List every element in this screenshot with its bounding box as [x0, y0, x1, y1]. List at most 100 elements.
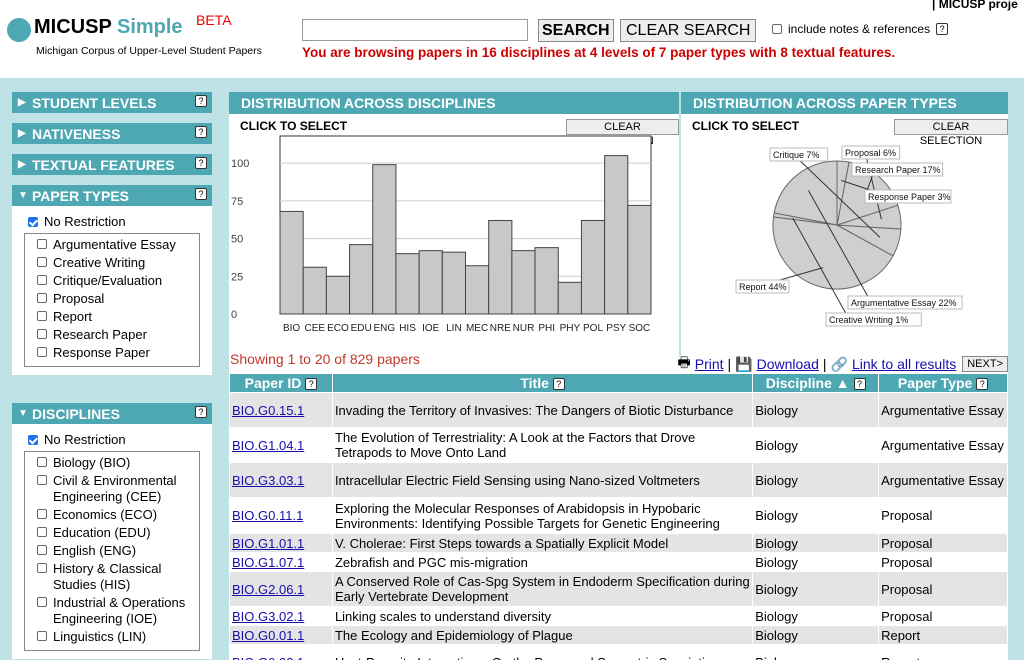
discipline-option[interactable]: English (ENG) [37, 542, 199, 560]
paper-id-link[interactable]: BIO.G1.01.1 [232, 536, 304, 551]
column-header-paper-id[interactable]: Paper ID ? [229, 373, 333, 393]
disciplines-no-restriction[interactable]: No Restriction [12, 428, 212, 451]
app-title[interactable]: MICUSP Simple [34, 16, 183, 39]
table-row[interactable]: BIO.G0.15.1 Invading the Territory of Inv… [229, 392, 1008, 428]
search-input[interactable] [302, 19, 528, 41]
download-icon[interactable]: 💾 [735, 356, 752, 373]
checkbox[interactable] [37, 597, 47, 607]
checkbox[interactable] [37, 275, 47, 285]
paper-types-pie-chart[interactable]: Argumentative Essay 22% Creative Writing … [681, 114, 1008, 357]
checkbox[interactable] [37, 475, 47, 485]
paper-type: Argumentative Essay [878, 392, 1008, 428]
table-row[interactable]: BIO.G3.03.1 Intracellular Electric Field … [229, 462, 1008, 498]
x-tick-label: PHY [560, 323, 581, 334]
paper-id-link[interactable]: BIO.G2.06.1 [232, 582, 304, 597]
checkbox[interactable] [37, 527, 47, 537]
column-header-paper-type[interactable]: Paper Type ? [878, 373, 1008, 393]
textual-features-header[interactable]: ▶ TEXTUAL FEATURES ? [12, 154, 212, 175]
table-row[interactable]: BIO.G0.02.1 Host-Parasite Interactions: O… [229, 644, 1008, 660]
nativeness-header[interactable]: ▶ NATIVENESS ? [12, 123, 212, 144]
paper-type-option[interactable]: Argumentative Essay [37, 236, 199, 254]
help-icon[interactable]: ? [195, 406, 207, 418]
checkbox[interactable] [37, 545, 47, 555]
help-icon[interactable]: ? [552, 378, 565, 391]
paper-id-link[interactable]: BIO.G0.15.1 [232, 403, 304, 418]
discipline-option[interactable]: Industrial & Operations Engineering (IOE… [37, 594, 199, 628]
checkbox[interactable] [37, 563, 47, 573]
disciplines-header[interactable]: ▼ DISCIPLINES ? [12, 403, 212, 424]
discipline-option[interactable]: Civil & Environmental Engineering (CEE) [37, 472, 199, 506]
link-all-results[interactable]: Link to all results [852, 356, 956, 372]
checkbox-checked[interactable] [28, 434, 38, 445]
checkbox[interactable] [37, 457, 47, 467]
help-icon[interactable]: ? [936, 23, 949, 35]
paper-type-option[interactable]: Critique/Evaluation [37, 272, 199, 290]
paper-id-link[interactable]: BIO.G3.03.1 [232, 473, 304, 488]
paper-id-link[interactable]: BIO.G0.01.1 [232, 628, 304, 643]
disciplines-bar-chart[interactable]: 0 25 50 75 100 BIO CEE ECO EDU ENG HIS IOE LIN MEC NRE… [229, 114, 679, 357]
paper-id-link[interactable]: BIO.G1.04.1 [232, 438, 304, 453]
include-notes-option[interactable]: include notes & references ? [772, 22, 949, 36]
checkbox[interactable] [37, 257, 47, 267]
clear-search-button[interactable]: CLEAR SEARCH [620, 19, 757, 42]
paper-id-link[interactable]: BIO.G3.02.1 [232, 609, 304, 624]
checkbox[interactable] [37, 311, 47, 321]
paper-types-list: Argumentative Essay Creative Writing Cri… [24, 233, 200, 367]
title-part2: Simple [111, 16, 183, 38]
x-tick-label: MEC [466, 323, 488, 334]
column-header-discipline[interactable]: Discipline ▲ ? [752, 373, 880, 393]
bar [302, 266, 327, 315]
paper-types-header[interactable]: ▼ PAPER TYPES ? [12, 185, 212, 206]
project-link[interactable]: | MICUSP proje [932, 0, 1024, 11]
help-icon[interactable]: ? [976, 378, 989, 391]
help-icon[interactable]: ? [195, 157, 207, 169]
paper-type-option[interactable]: Proposal [37, 290, 199, 308]
bar [557, 281, 582, 315]
discipline-option[interactable]: Biology (BIO) [37, 454, 199, 472]
checkbox[interactable] [37, 329, 47, 339]
help-icon[interactable]: ? [195, 126, 207, 138]
paper-type-option[interactable]: Response Paper [37, 344, 199, 362]
paper-id-link[interactable]: BIO.G1.07.1 [232, 555, 304, 570]
print-link[interactable]: Print [695, 356, 724, 372]
checkbox-checked[interactable] [28, 216, 38, 227]
checkbox[interactable] [37, 239, 47, 249]
checkbox[interactable] [37, 509, 47, 519]
paper-type-option[interactable]: Report [37, 308, 199, 326]
paper-discipline: Biology [752, 644, 880, 660]
paper-type-option[interactable]: Research Paper [37, 326, 199, 344]
paper-type-option[interactable]: Creative Writing [37, 254, 199, 272]
next-button[interactable]: NEXT> [962, 356, 1008, 372]
discipline-option[interactable]: Linguistics (LIN) [37, 628, 199, 646]
table-row[interactable]: BIO.G2.06.1 A Conserved Role of Cas-Spg S… [229, 571, 1008, 607]
download-link[interactable]: Download [757, 356, 819, 372]
nativeness-label: NATIVENESS [32, 126, 121, 142]
help-icon[interactable]: ? [305, 378, 318, 391]
help-icon[interactable]: ? [853, 378, 866, 391]
checkbox[interactable] [37, 293, 47, 303]
paper-id-link[interactable]: BIO.G0.11.1 [232, 508, 303, 523]
help-icon[interactable]: ? [195, 95, 207, 107]
discipline-option[interactable]: History & Classical Studies (HIS) [37, 560, 199, 594]
paper-id-link[interactable]: BIO.G0.02.1 [232, 655, 304, 660]
help-icon[interactable]: ? [195, 188, 207, 200]
checkbox[interactable] [37, 347, 47, 357]
discipline-option[interactable]: Education (EDU) [37, 524, 199, 542]
table-row[interactable]: BIO.G0.01.1 The Ecology and Epidemiology … [229, 625, 1008, 645]
discipline-option[interactable]: Economics (ECO) [37, 506, 199, 524]
table-row[interactable]: BIO.G0.11.1 Exploring the Molecular Respo… [229, 497, 1008, 534]
table-row[interactable]: BIO.G1.01.1 V. Cholerae: First Steps towa… [229, 533, 1008, 553]
student-levels-header[interactable]: ▶ STUDENT LEVELS ? [12, 92, 212, 113]
include-notes-label: include notes & references [788, 22, 931, 36]
column-header-title[interactable]: Title ? [331, 373, 754, 393]
table-row[interactable]: BIO.G3.02.1 Linking scales to understand … [229, 606, 1008, 626]
checkbox[interactable] [37, 631, 47, 641]
header: MICUSP Simple BETA Michigan Corpus of Up… [0, 0, 1024, 78]
link-icon[interactable]: 🔗 [831, 356, 848, 373]
table-row[interactable]: BIO.G1.04.1 The Evolution of Terrestriali… [229, 427, 1008, 463]
paper-types-no-restriction[interactable]: No Restriction [12, 210, 212, 233]
table-row[interactable]: BIO.G1.07.1 Zebrafish and PGC mis-migrati… [229, 552, 1008, 572]
x-tick-label: PHI [538, 323, 555, 334]
search-button[interactable]: SEARCH [538, 19, 614, 42]
include-notes-checkbox[interactable] [772, 24, 782, 34]
